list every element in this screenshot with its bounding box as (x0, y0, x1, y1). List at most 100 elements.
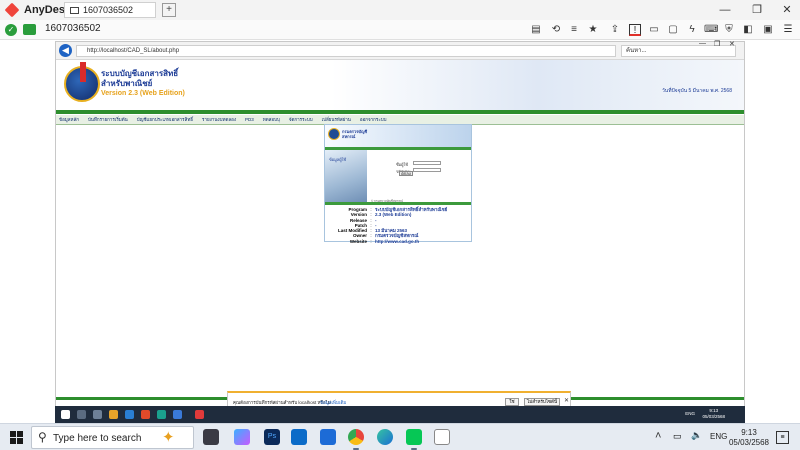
nav-item[interactable]: จัดการระบบ (289, 116, 313, 123)
minimize-button[interactable]: — (710, 0, 740, 20)
chat-icon[interactable]: ▤ (530, 24, 542, 36)
url-field[interactable]: http://localhost/CAD_SL/about.php (76, 45, 616, 57)
notification-no-button[interactable]: ไม่สำหรับไซต์นี้ (524, 398, 560, 406)
clock[interactable]: 9:13 05/03/2568 (727, 428, 771, 448)
browser-window: ◀ http://localhost/CAD_SL/about.php ค้นห… (55, 40, 745, 413)
remote-lang[interactable]: ENG (685, 411, 695, 416)
nav-item[interactable]: รายงานงบทดลอง (202, 116, 236, 123)
remote-address: 1607036502 (45, 23, 101, 34)
copilot-icon[interactable] (234, 429, 250, 445)
close-button[interactable]: ✕ (772, 0, 800, 20)
clock-time: 9:13 (741, 428, 757, 437)
nav-item[interactable]: PD3 (245, 117, 254, 122)
edge-icon[interactable] (377, 429, 393, 445)
remote-edge-icon[interactable] (157, 410, 166, 419)
menu-icon[interactable]: ☰ (782, 24, 794, 36)
anydesk-toolbar: ✓ 1607036502 ▤ ⟲ ≡ ★ ⇪ ! ▭ ▢ ϟ ⌨ ⛨ ◧ ▣ ☰ (0, 20, 800, 40)
about-banner: กรมตรวจบัญชี สหกรณ์ (325, 125, 471, 147)
remote-anydesk-icon[interactable] (195, 410, 204, 419)
session-tab[interactable]: 1607036502 (64, 2, 156, 18)
browser-close-button[interactable]: ✕ (729, 40, 735, 48)
info-value: 2.3 (Web Edition) (375, 212, 412, 218)
chrome-icon[interactable] (348, 429, 364, 445)
remote-clock[interactable]: 9:13 05/03/2568 (702, 408, 725, 420)
shield-icon[interactable]: ⛨ (723, 24, 735, 36)
site-header: ระบบบัญชีเอกสารสิทธิ์ สำหรับพาณิชย์ Vers… (56, 60, 744, 110)
remote-taskview-icon[interactable] (93, 410, 102, 419)
anydesk-titlebar: AnyDesk 1607036502 + — ❐ ✕ (0, 0, 800, 20)
username-field[interactable] (413, 161, 441, 165)
info-row: Website: http://www.cad.go.th (331, 239, 467, 244)
history-icon[interactable]: ⟲ (550, 24, 562, 36)
header-divider (56, 110, 744, 114)
actions-icon[interactable]: ! (629, 24, 641, 36)
login-button[interactable]: ตกลง (399, 171, 413, 176)
card-bottom-divider (325, 202, 471, 205)
taskbar-search[interactable]: ⚲ Type here to search ✦ (31, 426, 194, 449)
browser-address-bar: ◀ http://localhost/CAD_SL/about.php ค้นห… (56, 40, 744, 60)
site-title-line1: ระบบบัญชีเอกสารสิทธิ์ (101, 69, 179, 78)
document-icon[interactable] (434, 429, 450, 445)
site-date: วันที่ปัจจุบัน 5 มีนาคม พ.ศ. 2568 (661, 88, 732, 94)
calculator-icon[interactable] (203, 429, 219, 445)
search-icon: ⚲ (38, 430, 47, 444)
remote-ie-icon[interactable] (173, 410, 182, 419)
login-photo: ข้อมูลผู้ใช้ (325, 150, 367, 202)
photoshop-icon[interactable]: Ps (264, 429, 280, 445)
site-title: ระบบบัญชีเอกสารสิทธิ์ สำหรับพาณิชย์ (101, 69, 178, 89)
password-field[interactable] (413, 168, 441, 172)
file-transfer-icon[interactable]: ⇪ (609, 24, 621, 36)
login-form: ชื่อผู้ใช้ รหัสผ่าน (367, 150, 471, 202)
remote-monitor-icon[interactable] (23, 24, 36, 35)
clock-date: 05/03/2568 (728, 438, 770, 447)
browser-maximize-button[interactable]: ❐ (714, 40, 720, 48)
site-logo (64, 62, 100, 102)
language-indicator[interactable]: ENG (710, 432, 727, 441)
database-icon[interactable]: ≡ (568, 24, 580, 36)
new-tab-button[interactable]: + (162, 3, 176, 17)
remote-taskbar: ENG 9:13 05/03/2568 (55, 406, 745, 423)
info-value: http://www.cad.go.th (375, 238, 420, 244)
about-card: กรมตรวจบัญชี สหกรณ์ ข้อมูลผู้ใช้ ชื่อผู้… (324, 124, 472, 244)
network-icon[interactable]: ▭ (673, 431, 682, 442)
notification-yes-button[interactable]: ใช่ (505, 398, 519, 406)
remote-store-icon[interactable] (125, 410, 134, 419)
nav-item[interactable]: ออกจากระบบ (360, 116, 387, 123)
mail-icon[interactable] (320, 429, 336, 445)
notification-text: คุณต้องการบันทึกรหัสผ่านสำหรับ localhost… (233, 400, 331, 405)
notification-link[interactable]: ข้อมูลเพิ่มเติม (320, 399, 346, 406)
taskbar: ⚲ Type here to search ✦ Ps ˄ ▭ 🔈 ENG 9:1… (0, 423, 800, 450)
outlook-icon[interactable] (291, 429, 307, 445)
record-icon[interactable]: ◧ (742, 24, 754, 36)
nav-item[interactable]: ทดสอบบุ (263, 116, 280, 123)
nav-item[interactable]: บันทึกรายการเริ่มต้น (88, 116, 128, 123)
screen-icon[interactable]: ▣ (762, 24, 774, 36)
keyboard-icon[interactable]: ⌨ (704, 24, 718, 36)
maximize-button[interactable]: ❐ (742, 0, 772, 20)
connection-status-icon: ✓ (5, 24, 17, 36)
nav-item[interactable]: ข้อมูลหลัก (59, 116, 79, 123)
remote-desktop[interactable]: ◀ http://localhost/CAD_SL/about.php ค้นห… (0, 40, 800, 423)
back-icon[interactable]: ◀ (59, 44, 72, 57)
site-title-line2: สำหรับพาณิชย์ (101, 79, 153, 88)
chevron-up-icon[interactable]: ˄ (655, 430, 661, 442)
browser-minimize-button[interactable]: — (699, 40, 706, 47)
message-icon[interactable]: ▢ (667, 24, 679, 36)
info-key: Website (349, 238, 367, 244)
photo-label: ข้อมูลผู้ใช้ (329, 157, 347, 162)
lightning-icon[interactable]: ϟ (686, 24, 698, 36)
remote-chrome-icon[interactable] (141, 410, 150, 419)
remote-folder-icon[interactable] (109, 410, 118, 419)
display-icon[interactable]: ▭ (648, 24, 660, 36)
notification-center-icon[interactable]: ≡ (776, 431, 789, 444)
nav-item[interactable]: เปลี่ยนรหัสผ่าน (322, 116, 351, 123)
notification-close-icon[interactable]: ✕ (564, 397, 569, 404)
line-icon[interactable] (406, 429, 422, 445)
about-info-table: Program: ระบบบัญชีเอกสารสิทธิ์สำหรับพาณิช… (331, 207, 467, 244)
remote-start-icon[interactable] (61, 410, 70, 419)
bookmark-icon[interactable]: ★ (587, 24, 599, 36)
remote-search-icon[interactable] (77, 410, 86, 419)
start-button[interactable] (10, 431, 23, 444)
volume-icon[interactable]: 🔈 (691, 430, 702, 441)
nav-item[interactable]: บัญชีแยกประเภทเอกสารสิทธิ์ (137, 116, 193, 123)
